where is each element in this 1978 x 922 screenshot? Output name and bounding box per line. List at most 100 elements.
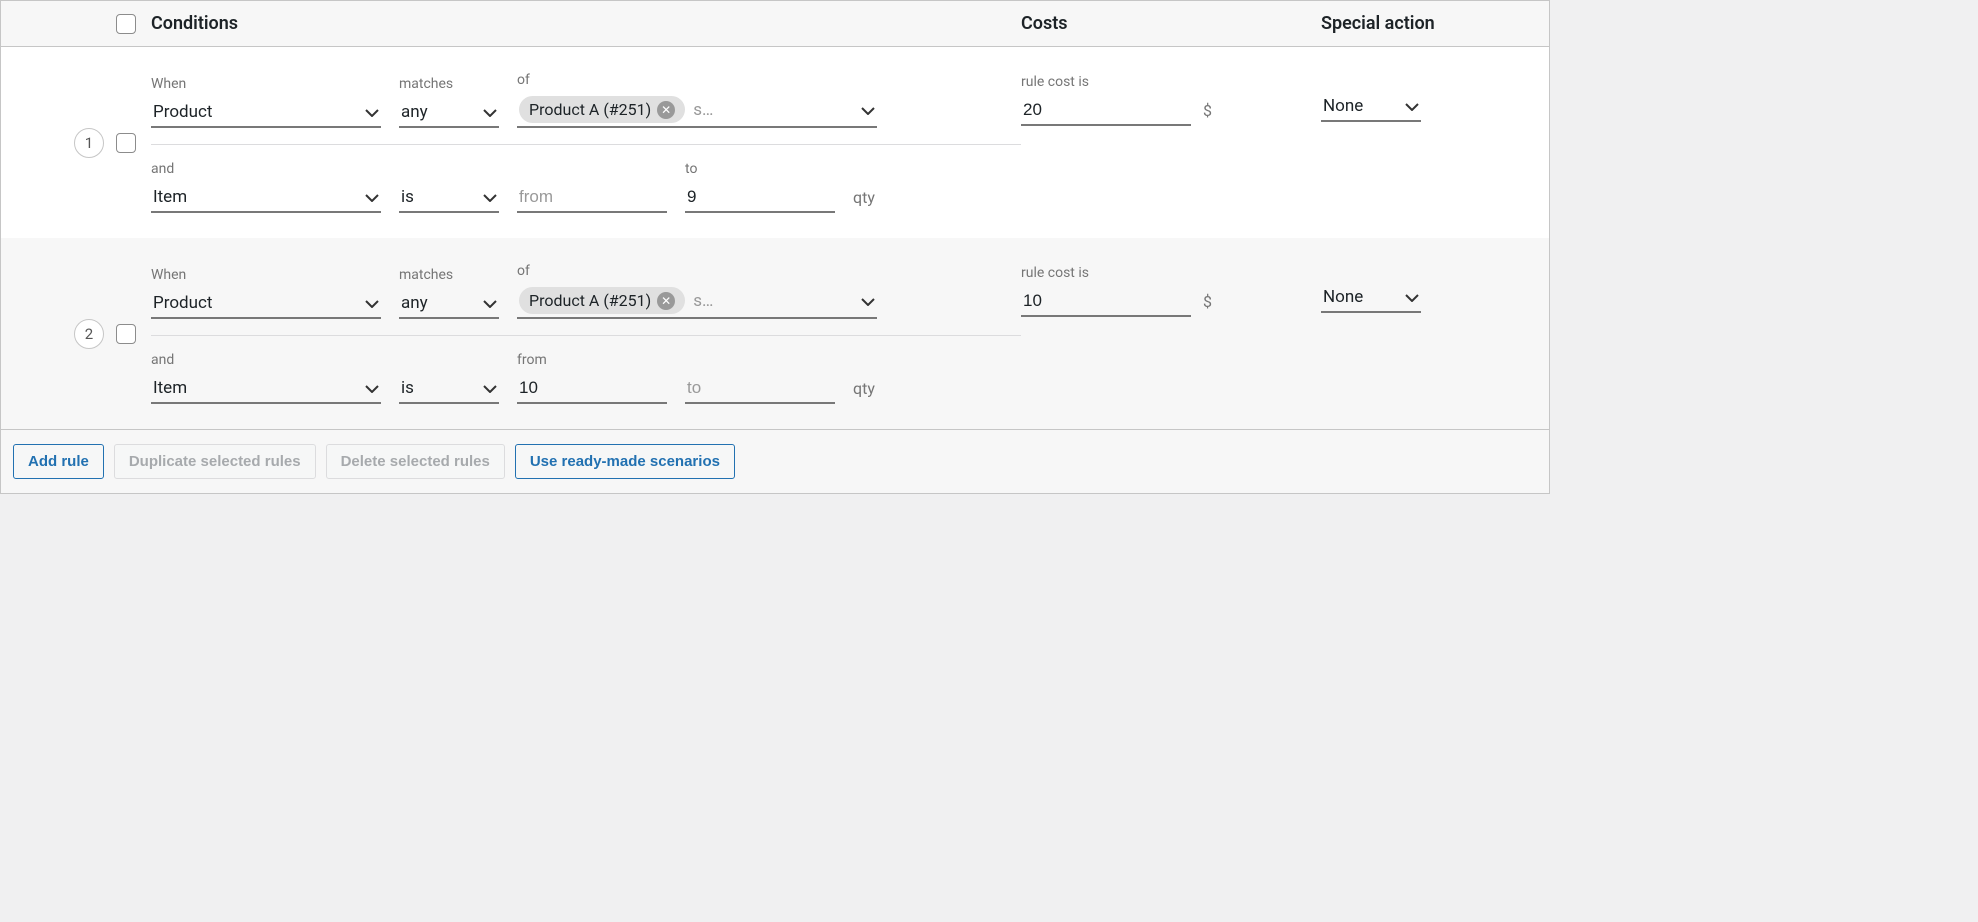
chevron-down-icon	[861, 100, 875, 119]
condition-divider	[151, 144, 1021, 145]
and-subject-value: Item	[153, 187, 187, 207]
and-subject-select[interactable]: Item	[151, 372, 381, 404]
rule-number: 2	[74, 319, 104, 349]
matches-label: matches	[399, 267, 499, 283]
and-subject-value: Item	[153, 378, 187, 398]
qty-label: qty	[853, 188, 875, 213]
header-conditions: Conditions	[151, 13, 1021, 34]
and-verb-select[interactable]: is	[399, 372, 499, 404]
of-chip-input[interactable]: Product A (#251) ✕ s…	[517, 283, 877, 319]
action-col: None	[1321, 72, 1521, 122]
action-select[interactable]: None	[1321, 281, 1421, 313]
rule-row: 2 When Product matches any	[1, 238, 1549, 429]
matches-select[interactable]: any	[399, 287, 499, 319]
cost-label: rule cost is	[1021, 74, 1191, 90]
chip-placeholder: s…	[693, 100, 723, 120]
chevron-down-icon	[365, 378, 379, 398]
matches-label: matches	[399, 76, 499, 92]
and-label: and	[151, 352, 381, 368]
condition-line-and: and Item is from	[151, 352, 1021, 404]
of-label: of	[517, 263, 877, 279]
when-select[interactable]: Product	[151, 287, 381, 319]
select-all-checkbox[interactable]	[116, 14, 136, 34]
rule-index-col: 1	[1, 128, 151, 158]
delete-rules-button[interactable]: Delete selected rules	[326, 444, 505, 479]
header-checkbox-col	[1, 14, 151, 34]
rule-index-col: 2	[1, 319, 151, 349]
condition-line-when: When Product matches any of	[151, 263, 1021, 319]
matches-value: any	[401, 102, 428, 122]
to-label: to	[685, 161, 835, 177]
qty-label: qty	[853, 379, 875, 404]
chevron-down-icon	[483, 378, 497, 398]
cost-input[interactable]	[1021, 94, 1191, 126]
chevron-down-icon	[483, 293, 497, 313]
matches-value: any	[401, 293, 428, 313]
action-value: None	[1323, 287, 1363, 307]
action-select[interactable]: None	[1321, 90, 1421, 122]
spacer	[399, 161, 499, 177]
cost-label: rule cost is	[1021, 265, 1191, 281]
from-input[interactable]	[517, 372, 667, 404]
chevron-down-icon	[861, 291, 875, 310]
to-input[interactable]	[685, 372, 835, 404]
condition-line-and: and Item is	[151, 161, 1021, 213]
rule-checkbox[interactable]	[116, 324, 136, 344]
product-chip: Product A (#251) ✕	[519, 287, 685, 314]
to-input[interactable]	[685, 181, 835, 213]
currency-label: $	[1203, 292, 1212, 317]
chevron-down-icon	[483, 102, 497, 122]
use-scenarios-button[interactable]: Use ready-made scenarios	[515, 444, 735, 479]
when-label: When	[151, 267, 381, 283]
when-value: Product	[153, 293, 212, 313]
rule-number: 1	[74, 128, 104, 158]
product-chip: Product A (#251) ✕	[519, 96, 685, 123]
chip-remove-icon[interactable]: ✕	[657, 101, 675, 119]
cost-input[interactable]	[1021, 285, 1191, 317]
spacer	[399, 352, 499, 368]
and-subject-select[interactable]: Item	[151, 181, 381, 213]
header-special-action: Special action	[1321, 13, 1521, 34]
chevron-down-icon	[1405, 287, 1419, 307]
header-costs: Costs	[1021, 13, 1321, 34]
conditions-col: When Product matches any of	[151, 72, 1021, 213]
costs-col: rule cost is $	[1021, 72, 1321, 126]
when-value: Product	[153, 102, 212, 122]
costs-col: rule cost is $	[1021, 263, 1321, 317]
condition-line-when: When Product matches any of	[151, 72, 1021, 128]
rule-row: 1 When Product matches any	[1, 47, 1549, 238]
table-header: Conditions Costs Special action	[1, 1, 1549, 47]
action-value: None	[1323, 96, 1363, 116]
currency-label: $	[1203, 101, 1212, 126]
rule-checkbox[interactable]	[116, 133, 136, 153]
condition-divider	[151, 335, 1021, 336]
of-chip-input[interactable]: Product A (#251) ✕ s…	[517, 92, 877, 128]
and-verb-select[interactable]: is	[399, 181, 499, 213]
from-input[interactable]	[517, 181, 667, 213]
conditions-col: When Product matches any of	[151, 263, 1021, 404]
and-label: and	[151, 161, 381, 177]
chevron-down-icon	[1405, 96, 1419, 116]
when-label: When	[151, 76, 381, 92]
duplicate-rules-button[interactable]: Duplicate selected rules	[114, 444, 316, 479]
chevron-down-icon	[483, 187, 497, 207]
of-label: of	[517, 72, 877, 88]
chevron-down-icon	[365, 187, 379, 207]
footer-actions: Add rule Duplicate selected rules Delete…	[1, 429, 1549, 493]
rules-table: Conditions Costs Special action 1 When P…	[0, 0, 1550, 494]
chip-remove-icon[interactable]: ✕	[657, 292, 675, 310]
chip-label: Product A (#251)	[529, 100, 651, 119]
action-col: None	[1321, 263, 1521, 313]
chip-placeholder: s…	[693, 291, 723, 311]
chevron-down-icon	[365, 293, 379, 313]
and-verb-value: is	[401, 187, 414, 207]
chip-label: Product A (#251)	[529, 291, 651, 310]
spacer	[685, 352, 835, 368]
when-select[interactable]: Product	[151, 96, 381, 128]
from-label: from	[517, 352, 667, 368]
and-verb-value: is	[401, 378, 414, 398]
chevron-down-icon	[365, 102, 379, 122]
matches-select[interactable]: any	[399, 96, 499, 128]
spacer	[517, 161, 667, 177]
add-rule-button[interactable]: Add rule	[13, 444, 104, 479]
